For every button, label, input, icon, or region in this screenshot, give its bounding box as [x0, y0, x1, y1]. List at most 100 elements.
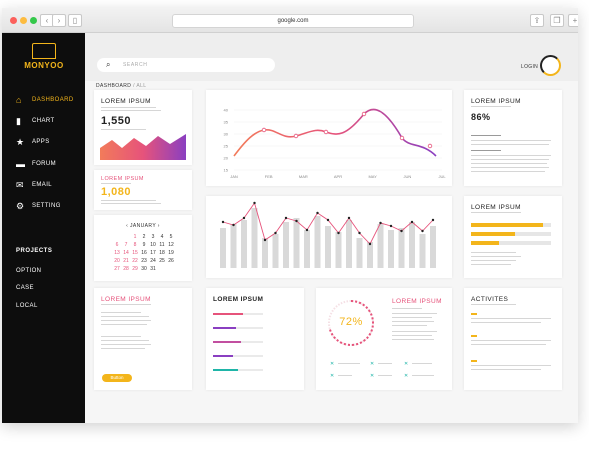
x-tick-label: FEB: [265, 174, 273, 179]
bar: [367, 242, 373, 268]
overlay-point: [337, 231, 340, 235]
text-line: [392, 325, 427, 326]
x-tick-label: JUL: [438, 174, 446, 179]
calendar-day[interactable]: 15: [131, 250, 139, 256]
bar: [377, 224, 384, 268]
search-icon: ⌕: [106, 60, 111, 69]
calendar-day[interactable]: 6: [113, 242, 121, 248]
text-line: [471, 106, 511, 107]
calendar-day[interactable]: 5: [167, 234, 175, 240]
calendar-day[interactable]: 26: [167, 258, 175, 264]
minimize-window-dot[interactable]: [20, 17, 27, 24]
login-link[interactable]: LOGIN: [521, 64, 538, 70]
breadcrumb-current[interactable]: DASHBOARD: [96, 83, 131, 89]
calendar-header: ‹ JANUARY ›: [94, 223, 192, 229]
info-button[interactable]: Button: [102, 374, 132, 382]
overlay-point: [295, 219, 298, 223]
overlay-point: [431, 218, 435, 222]
maximize-window-dot[interactable]: [30, 17, 37, 24]
line-point: [293, 133, 299, 139]
bar-chart: [220, 201, 436, 268]
next-month-icon[interactable]: ›: [156, 223, 160, 229]
calendar-day[interactable]: 16: [140, 250, 148, 256]
calendar-day[interactable]: 19: [167, 250, 175, 256]
donut-card: 72% LOREM IPSUM ✕ ✕ ✕ ✕ ✕ ✕: [316, 288, 452, 390]
project-option[interactable]: OPTION: [16, 268, 41, 274]
search-input[interactable]: ⌕ SEARCH: [97, 58, 275, 72]
calendar-day[interactable]: 30: [140, 266, 148, 272]
project-local[interactable]: LOCAL: [16, 303, 38, 309]
home-icon: ⌂: [16, 95, 22, 105]
avatar[interactable]: [540, 55, 561, 76]
calendar-day[interactable]: 29: [131, 266, 139, 272]
calendar-day[interactable]: 24: [149, 258, 157, 264]
calendar-day[interactable]: 7: [122, 242, 130, 248]
sidebar-item-chart[interactable]: ▮ CHART: [2, 114, 85, 132]
project-case[interactable]: CASE: [16, 285, 34, 291]
bar: [272, 234, 279, 268]
overlay-point: [232, 223, 235, 227]
mini-bar: [213, 341, 263, 343]
sidebar-item-forum[interactable]: ▬ FORUM: [2, 157, 85, 175]
legend-marker-icon: ✕: [404, 373, 409, 379]
calendar-day[interactable]: 28: [122, 266, 130, 272]
calendar-day[interactable]: 4: [158, 234, 166, 240]
percent-value: 86%: [471, 112, 491, 122]
calendar-day[interactable]: 18: [158, 250, 166, 256]
calendar-day[interactable]: 10: [149, 242, 157, 248]
calendar-day[interactable]: 2: [140, 234, 148, 240]
text-line: [101, 336, 141, 337]
text-line: [471, 171, 545, 172]
calendar-day[interactable]: 14: [122, 250, 130, 256]
calendar-day[interactable]: 27: [113, 266, 121, 272]
bar: [314, 216, 321, 268]
sidebar-item-label: FORUM: [32, 161, 56, 167]
calendar-day[interactable]: 3: [149, 234, 157, 240]
y-tick-label: 35: [224, 120, 229, 125]
text-line: [101, 203, 161, 204]
text-line: [471, 264, 511, 265]
calendar-day[interactable]: 31: [149, 266, 157, 272]
address-bar[interactable]: google.com: [172, 14, 414, 28]
sidebar-item-setting[interactable]: ⚙ SETTING: [2, 199, 85, 217]
close-window-dot[interactable]: [10, 17, 17, 24]
calendar-day[interactable]: 20: [113, 258, 121, 264]
brand-logo[interactable]: MONYOO: [24, 43, 64, 70]
calendar-day[interactable]: 13: [113, 250, 121, 256]
sidebar-item-dashboard[interactable]: ⌂ DASHBOARD: [2, 93, 85, 111]
calendar-day[interactable]: 25: [158, 258, 166, 264]
text-line: [378, 363, 392, 364]
donut-value: 72%: [339, 316, 363, 328]
calendar-day[interactable]: 9: [140, 242, 148, 248]
calendar-day[interactable]: 12: [167, 242, 175, 248]
calendar-day[interactable]: 8: [131, 242, 139, 248]
y-tick-label: 30: [224, 132, 229, 137]
x-tick-label: MAR: [299, 174, 308, 179]
forward-icon[interactable]: ›: [52, 14, 66, 27]
legend-marker-icon: ✕: [370, 361, 375, 367]
breadcrumb-sub: / ALL: [133, 83, 147, 89]
calendar-day[interactable]: 21: [122, 258, 130, 264]
chat-icon: ▬: [16, 159, 25, 169]
card-title: LOREM IPSUM: [101, 98, 151, 105]
share-icon[interactable]: ⇪: [530, 14, 544, 27]
new-tab-icon[interactable]: +: [568, 14, 578, 27]
overlay-point: [400, 229, 403, 233]
calendar-day[interactable]: 11: [158, 242, 166, 248]
calendar-day[interactable]: 1: [131, 234, 139, 240]
sidebar-item-apps[interactable]: ★ APPS: [2, 135, 85, 153]
text-line: [101, 183, 131, 184]
calendar-day[interactable]: 23: [140, 258, 148, 264]
sidebar-toggle-icon[interactable]: ▯: [68, 14, 82, 27]
line-point: [323, 129, 329, 135]
calendar-day[interactable]: 22: [131, 258, 139, 264]
projects-heading: PROJECTS: [16, 248, 53, 254]
overlay-point: [274, 231, 277, 235]
text-line: [338, 363, 360, 364]
tabs-icon[interactable]: ❐: [550, 14, 564, 27]
calendar-day[interactable]: 17: [149, 250, 157, 256]
y-tick-label: 25: [224, 144, 229, 149]
text-line: [392, 313, 437, 314]
sidebar-item-email[interactable]: ✉ EMAIL: [2, 178, 85, 196]
overlay-point: [368, 242, 372, 246]
